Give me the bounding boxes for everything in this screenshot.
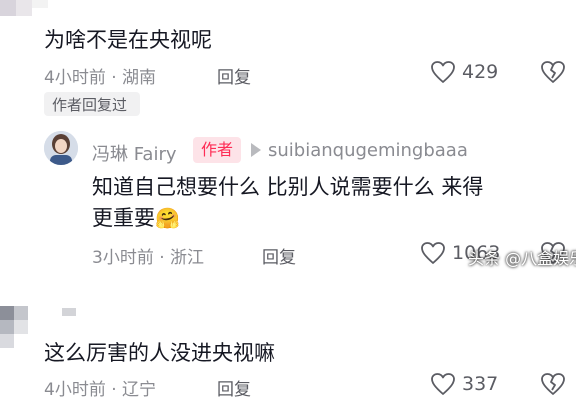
author-badge: 作者 xyxy=(193,137,241,163)
author-avatar[interactable] xyxy=(44,131,78,165)
reply-meta: 3小时前 · 浙江 xyxy=(92,243,204,268)
comment-1-reply-button[interactable]: 回复 xyxy=(217,63,251,88)
comment-1-location: 湖南 xyxy=(122,68,157,88)
reply-arrow-icon xyxy=(251,143,261,157)
meta-separator: · xyxy=(153,248,171,268)
meta-separator: · xyxy=(105,68,123,88)
broken-heart-icon[interactable] xyxy=(540,60,566,84)
comment-2-meta: 4小时前 · 辽宁 xyxy=(44,375,156,400)
reply-text-line-2: 更重要🤗 xyxy=(92,202,180,232)
broken-heart-icon[interactable] xyxy=(540,372,566,396)
author-avatar-image xyxy=(44,131,78,165)
reply-text-line-2-text: 更重要 xyxy=(92,206,155,230)
comment-1-time: 4小时前 xyxy=(44,68,106,88)
meta-separator: · xyxy=(105,380,123,400)
reply-to-username[interactable]: suibianqugemingbaaa xyxy=(268,140,468,161)
hug-emoji: 🤗 xyxy=(155,206,180,230)
comment-2-time: 4小时前 xyxy=(44,380,106,400)
comment-2-location: 辽宁 xyxy=(122,380,157,400)
heart-outline-icon[interactable] xyxy=(420,241,446,265)
reply-location: 浙江 xyxy=(170,248,205,268)
pixelated-avatar-top xyxy=(0,0,48,16)
comment-2-like-count: 337 xyxy=(462,373,499,395)
reply-time: 3小时前 xyxy=(92,248,154,268)
author-nickname[interactable]: 冯琳 Fairy xyxy=(92,140,177,166)
reply-text-line-1: 知道自己想要什么 比别人说需要什么 来得 xyxy=(92,175,484,199)
comment-1-meta: 4小时前 · 湖南 xyxy=(44,63,156,88)
comment-1-text: 为啥不是在央视呢 xyxy=(44,28,212,52)
heart-outline-icon[interactable] xyxy=(430,372,456,396)
heart-outline-icon[interactable] xyxy=(430,60,456,84)
reply-reply-button[interactable]: 回复 xyxy=(262,243,296,268)
comment-2-text: 这么厉害的人没进央视嘛 xyxy=(44,341,275,365)
comment-2-reply-button[interactable]: 回复 xyxy=(217,375,251,400)
comment-1-like-count: 429 xyxy=(462,61,499,83)
watermark: 头条 @八盒娱乐 xyxy=(468,249,576,268)
author-replied-tag: 作者回复过 xyxy=(52,96,128,114)
pixelated-avatar-comment-2 xyxy=(0,300,76,350)
